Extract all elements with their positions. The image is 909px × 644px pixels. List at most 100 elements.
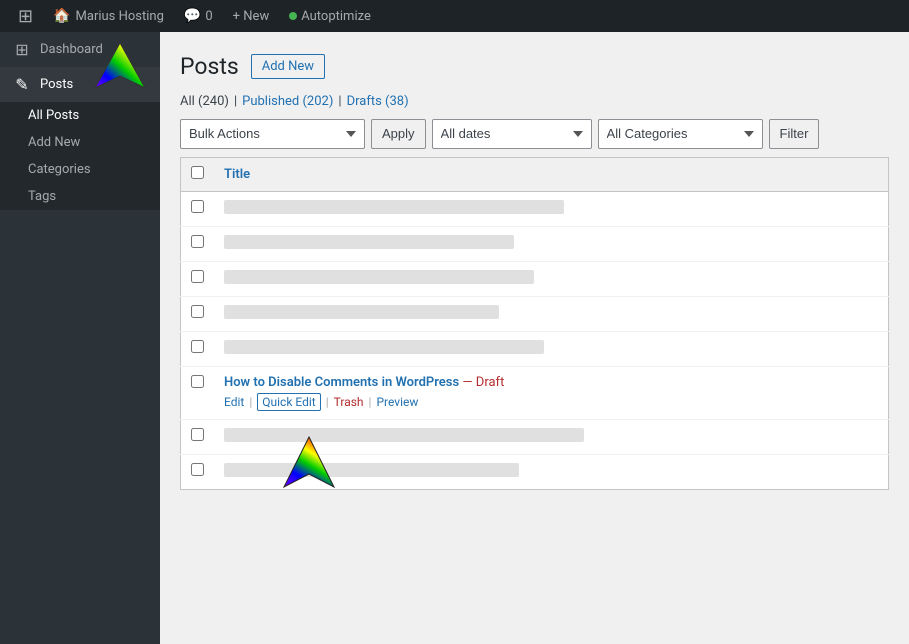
wp-logo-item[interactable]: ⊞ [8, 0, 43, 32]
table-row: How to Disable Comments in WordPress — D… [181, 366, 889, 419]
placeholder-title [224, 270, 534, 284]
table-row [181, 226, 889, 261]
post-status-label: — Draft [462, 375, 504, 390]
filter-button[interactable]: Filter [769, 119, 820, 149]
table-row [181, 261, 889, 296]
autoptimize-item[interactable]: Autoptimize [279, 0, 381, 32]
comments-count: 0 [205, 9, 212, 24]
row-checkbox-cell [181, 296, 215, 331]
filter-all[interactable]: All (240) [180, 94, 229, 109]
row-checkbox[interactable] [191, 235, 204, 248]
autoptimize-label: Autoptimize [301, 9, 371, 24]
new-content-item[interactable]: + New [223, 0, 280, 32]
edit-post-link[interactable]: Edit [224, 395, 244, 409]
admin-bar: ⊞ 🏠 Marius Hosting 💬 0 + New Autoptimize [0, 0, 909, 32]
row-checkbox-cell [181, 226, 215, 261]
row-title-cell [214, 419, 889, 454]
row-checkbox-cell [181, 366, 215, 419]
posts-label: Posts [40, 77, 73, 92]
select-all-checkbox[interactable] [191, 166, 204, 179]
sidebar-item-all-posts[interactable]: All Posts [0, 102, 160, 129]
table-row [181, 419, 889, 454]
bulk-actions-select[interactable]: Bulk Actions Edit Move to Trash [180, 119, 365, 149]
home-icon: 🏠 [53, 8, 70, 24]
filter-all-label: All [180, 94, 195, 109]
row-title-cell [214, 191, 889, 226]
table-row [181, 296, 889, 331]
post-title-link[interactable]: How to Disable Comments in WordPress — D… [224, 375, 504, 390]
posts-filter-nav: All (240) | Published (202) | Drafts (38… [180, 94, 889, 109]
title-column-header[interactable]: Title [214, 157, 889, 191]
row-checkbox[interactable] [191, 428, 204, 441]
row-actions: Edit | Quick Edit | Trash | Preview [224, 393, 878, 411]
site-name-item[interactable]: 🏠 Marius Hosting [43, 0, 174, 32]
filter-drafts-label: Drafts [347, 94, 382, 109]
sidebar-item-posts[interactable]: ✎ Posts [0, 67, 160, 102]
comments-icon: 💬 [184, 8, 201, 24]
row-title-cell [214, 261, 889, 296]
new-label: + New [233, 9, 270, 24]
placeholder-title [224, 235, 514, 249]
placeholder-title [224, 428, 584, 442]
all-posts-label: All Posts [28, 108, 79, 123]
table-header-row: Title [181, 157, 889, 191]
row-checkbox-cell [181, 191, 215, 226]
wp-logo-icon: ⊞ [18, 6, 33, 27]
filter-published-label: Published [242, 94, 299, 109]
page-header: Posts Add New [180, 52, 889, 82]
action-sep2: | [326, 395, 329, 409]
filter-published[interactable]: Published (202) [242, 94, 333, 109]
row-checkbox[interactable] [191, 270, 204, 283]
row-checkbox-cell [181, 331, 215, 366]
add-new-submenu-label: Add New [28, 135, 80, 150]
autoptimize-status-dot [289, 12, 297, 20]
filter-drafts[interactable]: Drafts (38) [347, 94, 409, 109]
sidebar-item-categories[interactable]: Categories [0, 156, 160, 183]
tags-label: Tags [28, 189, 56, 204]
posts-icon: ✎ [12, 75, 32, 94]
row-checkbox[interactable] [191, 375, 204, 388]
bulk-checkbox-header[interactable] [181, 157, 215, 191]
action-sep3: | [369, 395, 372, 409]
title-col-label: Title [224, 167, 250, 182]
placeholder-title [224, 463, 519, 477]
comments-item[interactable]: 💬 0 [174, 0, 223, 32]
quick-edit-button[interactable]: Quick Edit [257, 393, 320, 411]
row-checkbox[interactable] [191, 305, 204, 318]
sep1: | [234, 94, 237, 109]
dashboard-label: Dashboard [40, 42, 103, 57]
apply-button[interactable]: Apply [371, 119, 426, 149]
placeholder-title [224, 305, 499, 319]
row-checkbox[interactable] [191, 340, 204, 353]
trash-post-link[interactable]: Trash [334, 395, 364, 409]
row-checkbox-cell [181, 419, 215, 454]
row-checkbox[interactable] [191, 200, 204, 213]
row-checkbox[interactable] [191, 463, 204, 476]
table-row [181, 191, 889, 226]
site-name-label: Marius Hosting [76, 9, 164, 24]
main-content: Posts Add New All (240) | Published (202… [160, 32, 909, 644]
cursor-arrow-bottom [282, 432, 337, 496]
row-title-cell: How to Disable Comments in WordPress — D… [214, 366, 889, 419]
categories-label: Categories [28, 162, 91, 177]
sidebar-item-add-new[interactable]: Add New [0, 129, 160, 156]
placeholder-title [224, 200, 564, 214]
table-toolbar: Bulk Actions Edit Move to Trash Apply Al… [180, 119, 889, 149]
dashboard-icon: ⊞ [12, 40, 32, 59]
all-categories-select[interactable]: All Categories [598, 119, 763, 149]
sidebar-item-dashboard[interactable]: ⊞ Dashboard [0, 32, 160, 67]
row-checkbox-cell [181, 261, 215, 296]
add-new-button[interactable]: Add New [251, 54, 325, 79]
preview-post-link[interactable]: Preview [376, 395, 418, 409]
post-title-text: How to Disable Comments in WordPress [224, 375, 459, 390]
table-row [181, 331, 889, 366]
all-dates-select[interactable]: All dates [432, 119, 592, 149]
sidebar-item-tags[interactable]: Tags [0, 183, 160, 210]
placeholder-title [224, 340, 544, 354]
sep2: | [338, 94, 341, 109]
row-checkbox-cell [181, 454, 215, 489]
row-title-cell [214, 296, 889, 331]
row-title-cell [214, 226, 889, 261]
posts-table: Title [180, 157, 889, 490]
admin-sidebar: ⊞ Dashboard ✎ Posts All Posts Add New Ca… [0, 32, 160, 644]
